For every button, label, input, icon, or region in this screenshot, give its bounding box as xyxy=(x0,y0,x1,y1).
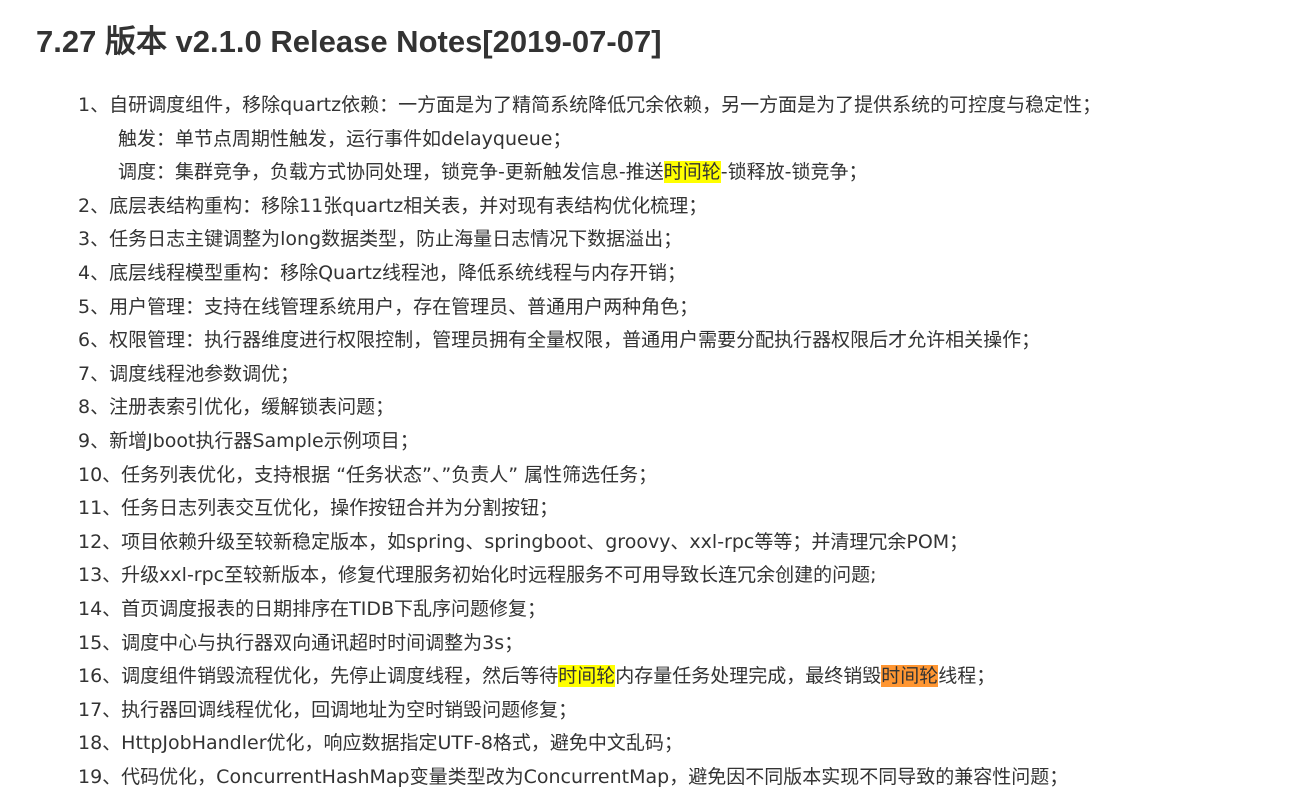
list-item-4: 4、底层线程模型重构：移除Quartz线程池，降低系统线程与内存开销； xyxy=(78,257,1101,291)
list-item-1: 1、自研调度组件，移除quartz依赖：一方面是为了精简系统降低冗余依赖，另一方… xyxy=(78,89,1101,123)
item-text: 17、执行器回调线程优化，回调地址为空时销毁问题修复； xyxy=(78,698,578,721)
list-item-9: 9、新增Jboot执行器Sample示例项目； xyxy=(78,425,1101,459)
list-subitem-schedule: 调度：集群竞争，负载方式协同处理，锁竞争-更新触发信息-推送时间轮-锁释放-锁竞… xyxy=(78,156,1101,190)
item-text: 9、新增Jboot执行器Sample示例项目； xyxy=(78,429,419,452)
item-text: 10、任务列表优化，支持根据 “任务状态”、”负责人” 属性筛选任务； xyxy=(78,463,658,486)
list-item-3: 3、任务日志主键调整为long数据类型，防止海量日志情况下数据溢出； xyxy=(78,223,1101,257)
list-item-11: 11、任务日志列表交互优化，操作按钮合并为分割按钮； xyxy=(78,492,1101,526)
item-text: -锁释放-锁竞争； xyxy=(720,161,868,184)
list-item-5: 5、用户管理：支持在线管理系统用户，存在管理员、普通用户两种角色； xyxy=(78,291,1101,325)
item-text: 3、任务日志主键调整为long数据类型，防止海量日志情况下数据溢出； xyxy=(78,228,683,251)
list-item-12: 12、项目依赖升级至较新稳定版本，如spring、springboot、groo… xyxy=(78,526,1101,560)
list-subitem-trigger: 触发：单节点周期性触发，运行事件如delayqueue； xyxy=(78,123,1101,157)
list-item-7: 7、调度线程池参数调优； xyxy=(78,358,1101,392)
search-highlight-current: 时间轮 xyxy=(881,665,939,688)
item-text: 1、自研调度组件，移除quartz依赖：一方面是为了精简系统降低冗余依赖，另一方… xyxy=(78,94,1102,116)
item-text: 14、首页调度报表的日期排序在TIDB下乱序问题修复； xyxy=(78,597,547,620)
list-item-14: 14、首页调度报表的日期排序在TIDB下乱序问题修复； xyxy=(78,593,1101,627)
item-text: 6、权限管理：执行器维度进行权限控制，管理员拥有全量权限，普通用户需要分配执行器… xyxy=(78,329,1041,352)
item-text: 15、调度中心与执行器双向通讯超时时间调整为3s； xyxy=(78,631,524,654)
list-item-16: 16、调度组件销毁流程优化，先停止调度线程，然后等待时间轮内存量任务处理完成，最… xyxy=(78,660,1101,694)
item-text: 触发：单节点周期性触发，运行事件如delayqueue； xyxy=(118,127,572,150)
item-text: 线程； xyxy=(938,665,996,688)
page-title: 7.27 版本 v2.1.0 Release Notes[2019-07-07] xyxy=(36,24,662,59)
item-text: 12、项目依赖升级至较新稳定版本，如spring、springboot、groo… xyxy=(78,530,969,553)
search-highlight: 时间轮 xyxy=(558,665,616,688)
list-item-18: 18、HttpJobHandler优化，响应数据指定UTF-8格式，避免中文乱码… xyxy=(78,727,1101,761)
release-notes-document: 7.27 版本 v2.1.0 Release Notes[2019-07-07]… xyxy=(0,0,1300,804)
list-item-10: 10、任务列表优化，支持根据 “任务状态”、”负责人” 属性筛选任务； xyxy=(78,459,1101,493)
item-text: 5、用户管理：支持在线管理系统用户，存在管理员、普通用户两种角色； xyxy=(78,295,699,318)
item-text: 内存量任务处理完成，最终销毁 xyxy=(615,665,882,688)
item-text: 11、任务日志列表交互优化，操作按钮合并为分割按钮； xyxy=(78,497,559,520)
list-item-17: 17、执行器回调线程优化，回调地址为空时销毁问题修复； xyxy=(78,694,1101,728)
list-item-13: 13、升级xxl-rpc至较新版本，修复代理服务初始化时远程服务不可用导致长连冗… xyxy=(78,559,1101,593)
release-notes-list: 1、自研调度组件，移除quartz依赖：一方面是为了精简系统降低冗余依赖，另一方… xyxy=(78,89,1101,794)
list-item-8: 8、注册表索引优化，缓解锁表问题； xyxy=(78,391,1101,425)
item-text: 13、升级xxl-rpc至较新版本，修复代理服务初始化时远程服务不可用导致长连冗… xyxy=(78,564,877,587)
item-text: 7、调度线程池参数调优； xyxy=(78,362,300,385)
list-item-2: 2、底层表结构重构：移除11张quartz相关表，并对现有表结构优化梳理； xyxy=(78,190,1101,224)
item-text: 2、底层表结构重构：移除11张quartz相关表，并对现有表结构优化梳理； xyxy=(78,194,708,217)
item-text: 19、代码优化，ConcurrentHashMap变量类型改为Concurren… xyxy=(78,765,1069,788)
item-text: 16、调度组件销毁流程优化，先停止调度线程，然后等待 xyxy=(78,665,559,688)
item-text: 18、HttpJobHandler优化，响应数据指定UTF-8格式，避免中文乱码… xyxy=(78,732,683,755)
list-item-15: 15、调度中心与执行器双向通讯超时时间调整为3s； xyxy=(78,627,1101,661)
search-highlight: 时间轮 xyxy=(663,161,721,184)
list-item-6: 6、权限管理：执行器维度进行权限控制，管理员拥有全量权限，普通用户需要分配执行器… xyxy=(78,324,1101,358)
item-text: 4、底层线程模型重构：移除Quartz线程池，降低系统线程与内存开销； xyxy=(78,261,686,284)
item-text: 调度：集群竞争，负载方式协同处理，锁竞争-更新触发信息-推送 xyxy=(118,161,664,184)
list-item-19: 19、代码优化，ConcurrentHashMap变量类型改为Concurren… xyxy=(78,761,1101,795)
item-text: 8、注册表索引优化，缓解锁表问题； xyxy=(78,396,395,419)
